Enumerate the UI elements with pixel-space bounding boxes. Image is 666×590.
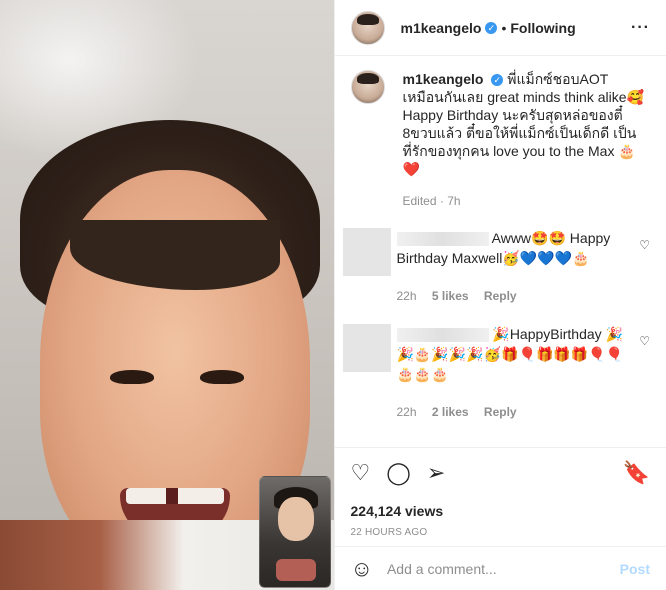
caption-username[interactable]: m1keangelo xyxy=(403,71,484,87)
comment-time[interactable]: 22h xyxy=(397,289,417,303)
child-eye-right xyxy=(200,370,244,384)
child-eye-left xyxy=(110,370,154,384)
verified-badge-icon: ✓ xyxy=(485,21,498,34)
post-timestamp[interactable]: 22 HOURS AGO xyxy=(335,519,666,538)
comment-username-blurred[interactable] xyxy=(396,232,489,247)
comment-avatar-blurred[interactable] xyxy=(342,324,391,372)
comment-input[interactable] xyxy=(384,559,620,578)
more-options-icon[interactable]: ··· xyxy=(631,19,650,37)
post-media-video[interactable] xyxy=(0,0,334,590)
like-heart-icon[interactable]: ♡ xyxy=(351,461,371,484)
comment-body: Awww🤩🤩 Happy Birthday Maxwell🥳💙💙💙🎂 22h 5… xyxy=(396,228,651,306)
comment-item: Awww🤩🤩 Happy Birthday Maxwell🥳💙💙💙🎂 22h 5… xyxy=(342,228,651,306)
comment-likes[interactable]: 2 likes xyxy=(432,405,469,419)
comment-likes[interactable]: 5 likes xyxy=(432,289,469,303)
reply-button[interactable]: Reply xyxy=(484,289,517,303)
comment-username-blurred[interactable] xyxy=(396,328,489,343)
header-separator: • xyxy=(501,19,507,36)
tooth-gap xyxy=(166,488,178,504)
add-comment-bar: ☺ Post xyxy=(334,546,666,590)
comment-item: 🎉HappyBirthday 🎉🎉🎂🎉🎉🎉🥳🎁🎈🎁🎁🎁🎈🎈🎂🎂🎂 22h 2 l… xyxy=(342,324,651,422)
comment-bubble-icon[interactable]: ◯ xyxy=(386,461,411,484)
save-bookmark-icon[interactable]: 🔖 xyxy=(623,461,650,484)
video-call-inset xyxy=(259,476,331,588)
post-container: m1keangelo ✓ • Following ··· m1keangelo … xyxy=(0,0,666,590)
inset-cake xyxy=(276,559,316,581)
comment-time[interactable]: 22h xyxy=(397,405,417,419)
avatar[interactable] xyxy=(350,10,385,45)
share-paper-plane-icon[interactable]: ➢ xyxy=(427,461,445,484)
post-button[interactable]: Post xyxy=(620,561,650,577)
caption-avatar[interactable] xyxy=(350,70,385,104)
emoji-icon[interactable]: ☺ xyxy=(351,556,373,582)
comment-like-icon[interactable]: ♡ xyxy=(639,238,650,252)
post-side-panel: m1keangelo ✓ • Following ··· m1keangelo … xyxy=(333,0,666,590)
verified-badge-icon: ✓ xyxy=(491,74,504,87)
inset-face xyxy=(278,497,314,541)
comment-body: 🎉HappyBirthday 🎉🎉🎂🎉🎉🎉🥳🎁🎈🎁🎁🎁🎈🎈🎂🎂🎂 22h 2 l… xyxy=(396,324,651,422)
comment-avatar-blurred[interactable] xyxy=(342,228,391,276)
caption: m1keangelo ✓ พี่แม็กซ์ชอบAOT เหมือนกันเล… xyxy=(350,70,651,210)
caption-edited: Edited · 7h xyxy=(402,194,461,208)
following-button[interactable]: Following xyxy=(510,20,575,36)
reply-button[interactable]: Reply xyxy=(484,405,517,419)
post-header: m1keangelo ✓ • Following ··· xyxy=(334,0,666,56)
comments-list[interactable]: m1keangelo ✓ พี่แม็กซ์ชอบAOT เหมือนกันเล… xyxy=(335,56,666,447)
comment-meta: 22h 2 likes Reply xyxy=(397,402,629,422)
header-username[interactable]: m1keangelo xyxy=(401,20,482,36)
comment-like-icon[interactable]: ♡ xyxy=(639,334,650,348)
caption-body: m1keangelo ✓ พี่แม็กซ์ชอบAOT เหมือนกันเล… xyxy=(403,70,651,210)
comment-meta: 22h 5 likes Reply xyxy=(397,286,629,306)
views-count[interactable]: 224,124 views xyxy=(335,503,666,519)
action-bar: ♡ ◯ ➢ 🔖 xyxy=(334,447,666,497)
